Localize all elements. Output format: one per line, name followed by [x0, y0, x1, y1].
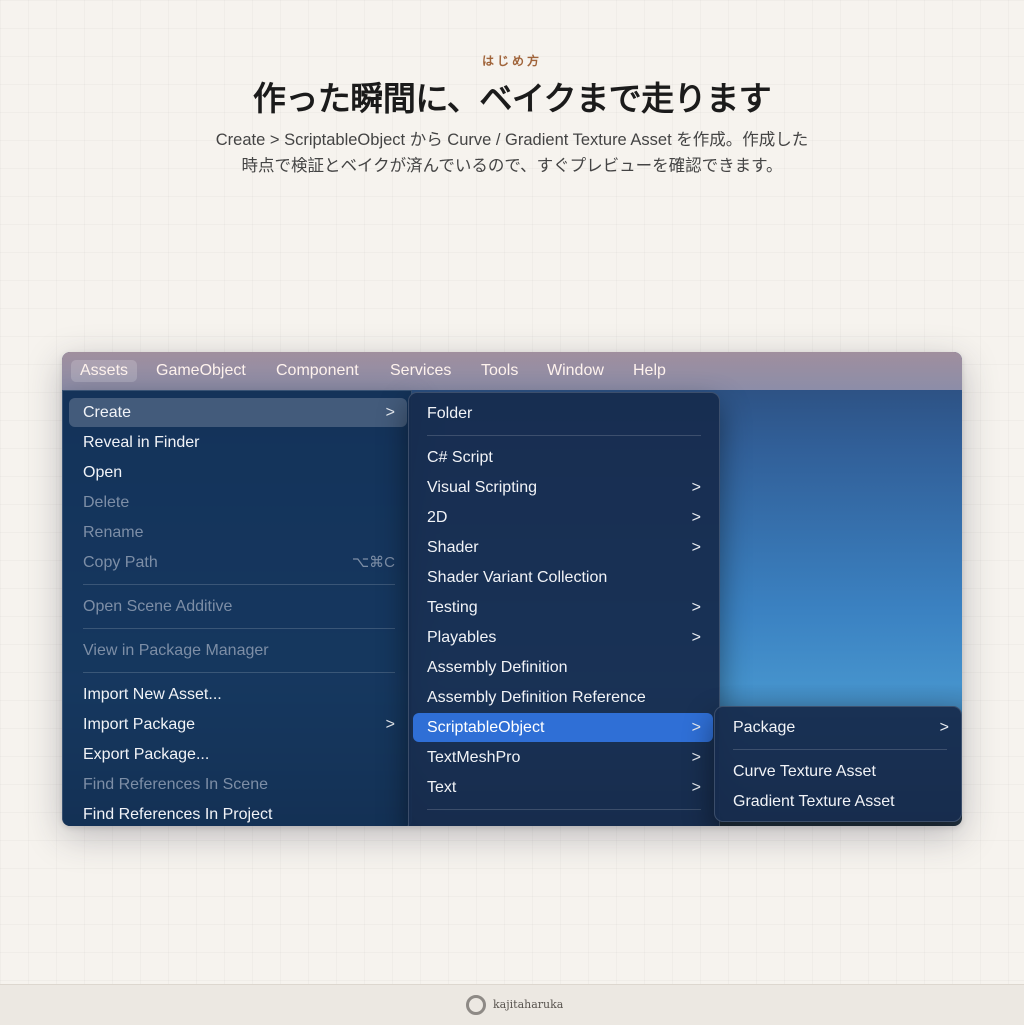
chevron-right-icon: >	[691, 629, 701, 646]
menu-item-textmeshpro[interactable]: TextMeshPro >	[413, 743, 713, 772]
menu-item-copy-path: Copy Path ⌥⌘C	[69, 548, 407, 577]
menu-item-find-references-in-scene: Find References In Scene	[83, 776, 268, 793]
menu-item-csharp-script[interactable]: C# Script	[413, 443, 713, 472]
menu-item-assembly-definition-reference[interactable]: Assembly Definition Reference	[413, 683, 713, 712]
menu-item-rename: Rename	[83, 524, 144, 541]
menu-item-label: Visual Scripting	[427, 479, 537, 496]
menu-item-text[interactable]: Text >	[413, 773, 713, 802]
menu-item-open-scene-additive: Open Scene Additive	[83, 598, 233, 615]
menu-item-assembly-definition[interactable]: Assembly Definition	[413, 653, 713, 682]
menu-item-2d[interactable]: 2D >	[413, 503, 713, 532]
unity-screenshot: Assets GameObject Component Services Too…	[62, 352, 962, 826]
chevron-right-icon: >	[385, 716, 395, 733]
chevron-right-icon: >	[691, 509, 701, 526]
menu-separator	[83, 628, 395, 629]
menu-item-shader[interactable]: Shader >	[413, 533, 713, 562]
ring-logo-icon	[466, 995, 486, 1015]
menubar-assets[interactable]: Assets	[71, 360, 138, 382]
menu-item-curve-texture-asset[interactable]: Curve Texture Asset	[719, 757, 961, 786]
eyebrow-label: はじめ方	[481, 54, 542, 68]
footer-brand: kajitaharuka	[493, 998, 564, 1011]
menu-item-testing[interactable]: Testing >	[413, 593, 713, 622]
menu-item-gradient-texture-asset[interactable]: Gradient Texture Asset	[719, 787, 961, 816]
menu-separator	[427, 435, 701, 436]
menu-item-package[interactable]: Package >	[719, 713, 961, 742]
chevron-right-icon: >	[691, 779, 701, 796]
subtitle-line-2: 時点で検証とベイクが済んでいるので、すぐプレビューを確認できます。	[241, 157, 783, 175]
menu-item-import-new-asset[interactable]: Import New Asset...	[69, 680, 407, 709]
menu-item-label: 2D	[427, 509, 448, 526]
menu-item-folder[interactable]: Folder	[413, 399, 713, 428]
menu-item-label: ScriptableObject	[427, 719, 545, 736]
menu-item-label: Package	[733, 719, 796, 736]
menu-item-label: TextMeshPro	[427, 749, 521, 766]
menu-separator	[733, 749, 947, 750]
chevron-right-icon: >	[939, 719, 949, 736]
chevron-right-icon: >	[691, 479, 701, 496]
chevron-right-icon: >	[691, 599, 701, 616]
menu-item-view-in-package-manager: View in Package Manager	[83, 642, 269, 659]
menubar-tools[interactable]: Tools	[472, 360, 527, 382]
menu-item-import-package[interactable]: Import Package >	[69, 710, 407, 739]
menu-bar: Assets GameObject Component Services Too…	[62, 352, 962, 390]
menu-item-label: Testing	[427, 599, 478, 616]
menu-item-label: Copy Path	[83, 554, 158, 571]
menu-separator	[83, 584, 395, 585]
menu-item-label: Shader	[427, 539, 479, 556]
menu-separator	[83, 672, 395, 673]
menu-separator	[427, 809, 701, 810]
menubar-help[interactable]: Help	[624, 360, 675, 382]
menu-item-label: Create	[83, 404, 132, 421]
menu-item-shader-variant-collection[interactable]: Shader Variant Collection	[413, 563, 713, 592]
page-subtitle: Create > ScriptableObject から Curve / Gra…	[112, 127, 912, 179]
menubar-services[interactable]: Services	[381, 360, 460, 382]
menu-item-delete: Delete	[83, 494, 130, 511]
menu-item-visual-scripting[interactable]: Visual Scripting >	[413, 473, 713, 502]
menubar-component[interactable]: Component	[267, 360, 368, 382]
menu-item-scriptableobject[interactable]: ScriptableObject >	[413, 713, 713, 742]
shortcut-label: ⌥⌘C	[351, 554, 395, 571]
chevron-right-icon: >	[691, 719, 701, 736]
menu-item-label: Playables	[427, 629, 497, 646]
menu-item-label: Import Package	[83, 716, 196, 733]
chevron-right-icon: >	[691, 539, 701, 556]
menu-item-open[interactable]: Open	[69, 458, 407, 487]
menu-item-reveal-in-finder[interactable]: Reveal in Finder	[69, 428, 407, 457]
assets-menu: Create > Reveal in Finder Open Delete Re…	[62, 390, 412, 826]
footer-bar: kajitaharuka	[0, 984, 1024, 1025]
menu-item-playables[interactable]: Playables >	[413, 623, 713, 652]
menu-item-create[interactable]: Create >	[69, 398, 407, 427]
create-submenu: Folder C# Script Visual Scripting > 2D >…	[408, 392, 720, 826]
page-headline: 作った瞬間に、ベイクまで走ります	[252, 79, 772, 118]
scriptableobject-submenu: Package > Curve Texture Asset Gradient T…	[714, 706, 962, 822]
menu-item-export-package[interactable]: Export Package...	[69, 740, 407, 769]
chevron-right-icon: >	[691, 749, 701, 766]
subtitle-line-1: Create > ScriptableObject から Curve / Gra…	[215, 131, 809, 149]
menu-item-find-references-in-project[interactable]: Find References In Project	[69, 800, 407, 826]
menu-item-label: Text	[427, 779, 457, 796]
menubar-window[interactable]: Window	[538, 360, 613, 382]
menubar-gameobject[interactable]: GameObject	[147, 360, 255, 382]
chevron-right-icon: >	[385, 404, 395, 421]
